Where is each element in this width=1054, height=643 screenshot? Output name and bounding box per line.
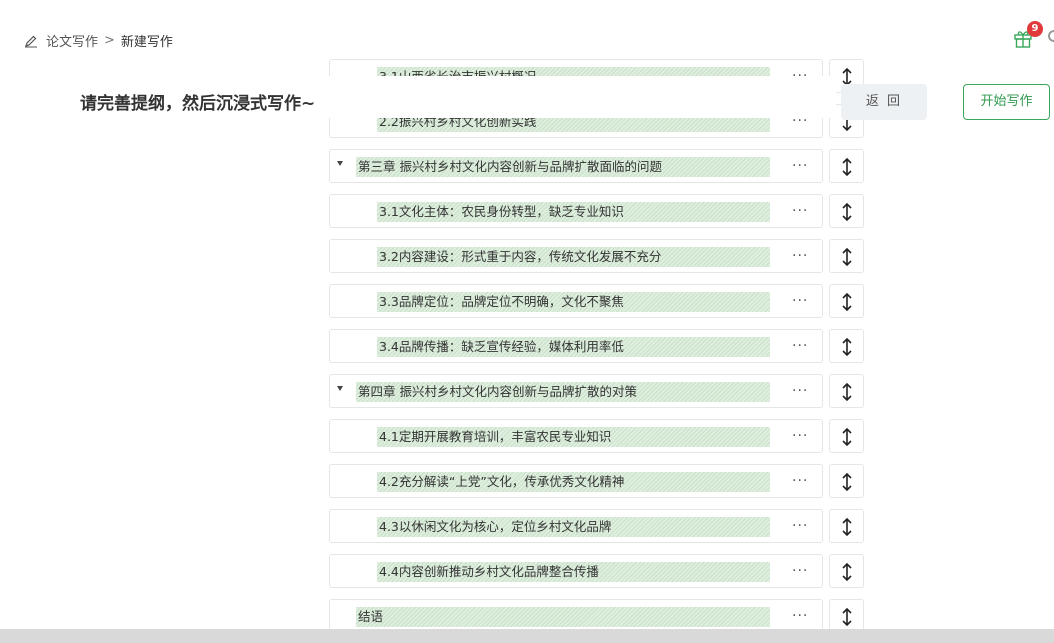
vertical-arrows-icon [842, 472, 852, 492]
outline-row-title-cell: 第四章 振兴村乡村文化内容创新与品牌扩散的对策 ··· [329, 374, 823, 408]
outline-row-title-cell: 4.1定期开展教育培训，丰富农民专业知识 ··· [329, 419, 823, 453]
outline-row-title-cell: 3.3品牌定位：品牌定位不明确，文化不聚焦 ··· [329, 284, 823, 318]
more-horizontal-icon[interactable]: ··· [792, 473, 808, 489]
outline-row: 结语 ··· [329, 599, 864, 633]
more-horizontal-icon[interactable]: ··· [792, 383, 808, 399]
drag-handle[interactable] [829, 239, 864, 273]
back-button[interactable]: 返 回 [841, 84, 927, 120]
heading-backdrop [329, 76, 836, 118]
vertical-arrows-icon [842, 247, 852, 267]
outline-row: 4.1定期开展教育培训，丰富农民专业知识 ··· [329, 419, 864, 453]
outline-row: 4.4内容创新推动乡村文化品牌整合传播 ··· [329, 554, 864, 588]
breadcrumb-current: 新建写作 [120, 35, 173, 50]
avatar[interactable] [1048, 30, 1054, 42]
outline-title-input[interactable]: 4.1定期开展教育培训，丰富农民专业知识 [377, 427, 770, 447]
more-horizontal-icon[interactable]: ··· [792, 338, 808, 354]
more-horizontal-icon[interactable]: ··· [792, 293, 808, 309]
outline-title-input[interactable]: 结语 [356, 607, 770, 627]
outline-row-title-cell: 3.1文化主体：农民身份转型，缺乏专业知识 ··· [329, 194, 823, 228]
more-horizontal-icon[interactable]: ··· [792, 203, 808, 219]
drag-handle[interactable] [829, 554, 864, 588]
caret-down-icon[interactable] [337, 161, 343, 166]
drag-handle[interactable] [829, 149, 864, 183]
breadcrumb: 论文写作 > 新建写作 [24, 31, 173, 50]
outline-title-input[interactable]: 第三章 振兴村乡村文化内容创新与品牌扩散面临的问题 [356, 157, 770, 177]
drag-handle[interactable] [829, 509, 864, 543]
outline-row: 4.2充分解读“上党”文化，传承优秀文化精神 ··· [329, 464, 864, 498]
outline-title-input[interactable]: 3.2内容建设：形式重于内容，传统文化发展不充分 [377, 247, 770, 267]
outline-row: 3.2内容建设：形式重于内容，传统文化发展不充分 ··· [329, 239, 864, 273]
outline-title-input[interactable]: 3.3品牌定位：品牌定位不明确，文化不聚焦 [377, 292, 770, 312]
outline-row-title-cell: 4.2充分解读“上党”文化，传承优秀文化精神 ··· [329, 464, 823, 498]
drag-handle[interactable] [829, 194, 864, 228]
outline-row-title-cell: 4.4内容创新推动乡村文化品牌整合传播 ··· [329, 554, 823, 588]
breadcrumb-root[interactable]: 论文写作 [46, 31, 98, 50]
vertical-arrows-icon [842, 202, 852, 222]
pencil-icon [25, 35, 37, 47]
outline-title-input[interactable]: 第四章 振兴村乡村文化内容创新与品牌扩散的对策 [356, 382, 770, 402]
drag-handle[interactable] [829, 599, 864, 633]
more-horizontal-icon[interactable]: ··· [792, 518, 808, 534]
outline-row-title-cell: 结语 ··· [329, 599, 823, 633]
vertical-arrows-icon [842, 337, 852, 357]
vertical-arrows-icon [842, 427, 852, 447]
vertical-arrows-icon [842, 382, 852, 402]
notification-badge: 9 [1027, 21, 1043, 37]
outline-title-input[interactable]: 3.4品牌传播：缺乏宣传经验，媒体利用率低 [377, 337, 770, 357]
vertical-arrows-icon [842, 292, 852, 312]
caret-down-icon[interactable] [337, 386, 343, 391]
outline-title-input[interactable]: 4.3以休闲文化为核心，定位乡村文化品牌 [377, 517, 770, 537]
breadcrumb-separator: > [104, 33, 115, 48]
outline-row: 3.3品牌定位：品牌定位不明确，文化不聚焦 ··· [329, 284, 864, 318]
outline-row: 第三章 振兴村乡村文化内容创新与品牌扩散面临的问题 ··· [329, 149, 864, 183]
vertical-arrows-icon [842, 607, 852, 627]
start-writing-button[interactable]: 开始写作 [963, 84, 1050, 120]
outline-row: 4.3以休闲文化为核心，定位乡村文化品牌 ··· [329, 509, 864, 543]
more-horizontal-icon[interactable]: ··· [792, 563, 808, 579]
vertical-arrows-icon [842, 517, 852, 537]
more-horizontal-icon[interactable]: ··· [792, 158, 808, 174]
outline-row: 第四章 振兴村乡村文化内容创新与品牌扩散的对策 ··· [329, 374, 864, 408]
drag-handle[interactable] [829, 464, 864, 498]
outline-row-title-cell: 第三章 振兴村乡村文化内容创新与品牌扩散面临的问题 ··· [329, 149, 823, 183]
outline-row-title-cell: 3.4品牌传播：缺乏宣传经验，媒体利用率低 ··· [329, 329, 823, 363]
more-horizontal-icon[interactable]: ··· [792, 428, 808, 444]
more-horizontal-icon[interactable]: ··· [792, 608, 808, 624]
drag-handle[interactable] [829, 329, 864, 363]
outline-title-input[interactable]: 4.4内容创新推动乡村文化品牌整合传播 [377, 562, 770, 582]
drag-handle[interactable] [829, 374, 864, 408]
outline-row-title-cell: 4.3以休闲文化为核心，定位乡村文化品牌 ··· [329, 509, 823, 543]
vertical-arrows-icon [842, 562, 852, 582]
vertical-arrows-icon [842, 157, 852, 177]
outline-row: 3.1文化主体：农民身份转型，缺乏专业知识 ··· [329, 194, 864, 228]
drag-handle[interactable] [829, 419, 864, 453]
more-horizontal-icon[interactable]: ··· [792, 248, 808, 264]
drag-handle[interactable] [829, 284, 864, 318]
outline-title-input[interactable]: 3.1文化主体：农民身份转型，缺乏专业知识 [377, 202, 770, 222]
outline-row: 3.4品牌传播：缺乏宣传经验，媒体利用率低 ··· [329, 329, 864, 363]
outline-title-input[interactable]: 4.2充分解读“上党”文化，传承优秀文化精神 [377, 472, 770, 492]
horizontal-scrollbar[interactable] [0, 629, 1054, 643]
outline-row-title-cell: 3.2内容建设：形式重于内容，传统文化发展不充分 ··· [329, 239, 823, 273]
page-heading: 请完善提纲，然后沉浸式写作~ [80, 94, 316, 114]
